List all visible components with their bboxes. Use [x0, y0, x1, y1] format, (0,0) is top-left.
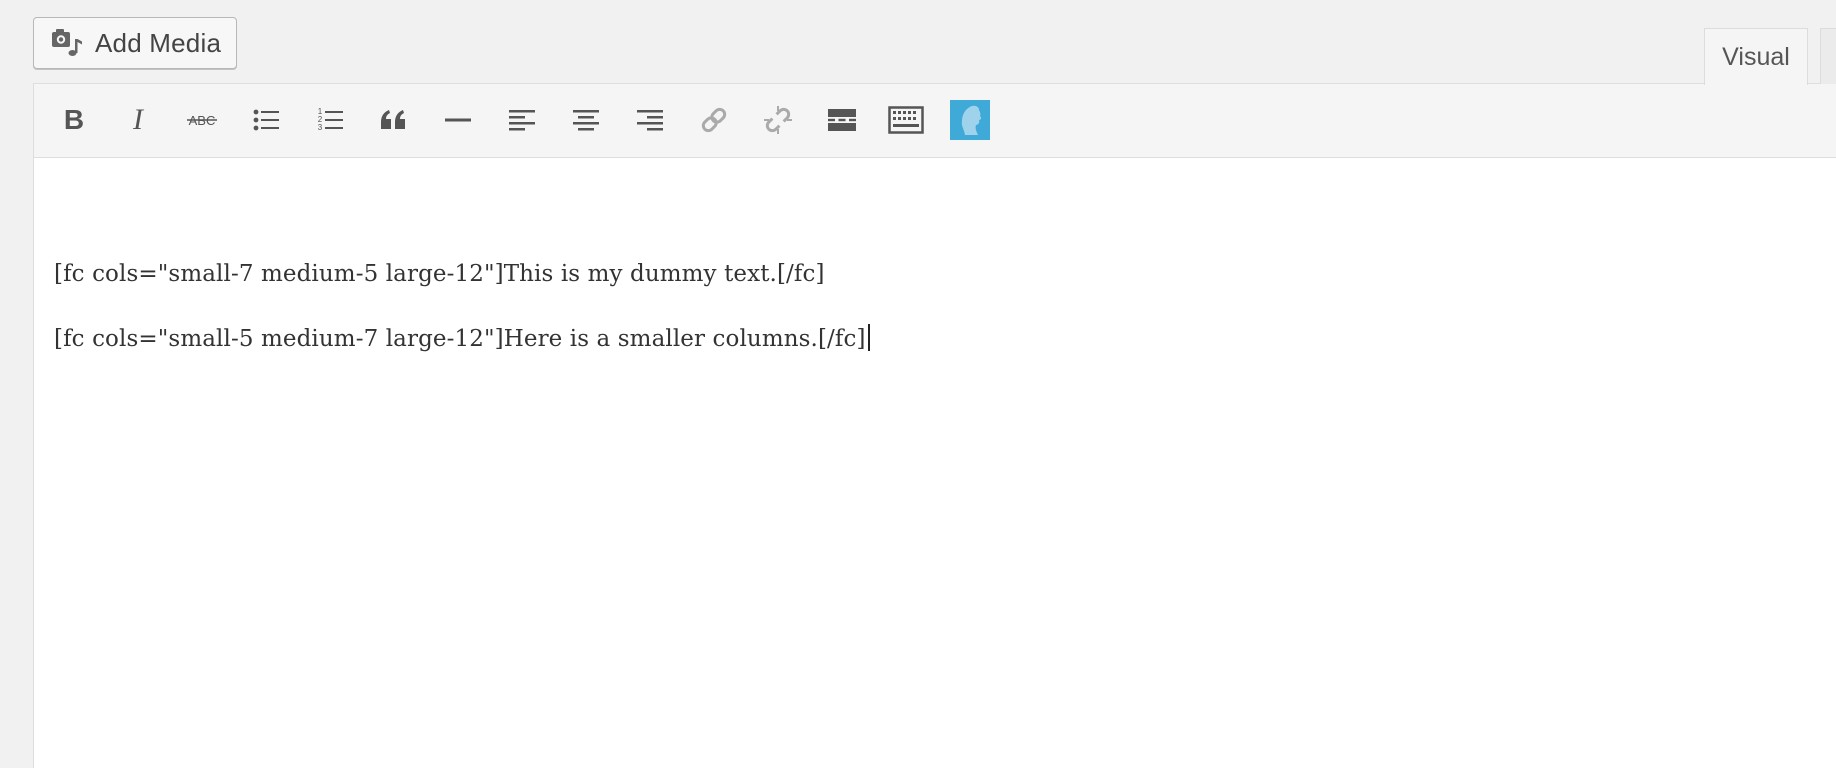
horizontal-line-icon [445, 118, 471, 122]
editor-paragraph[interactable]: [fc cols="small-7 medium-5 large-12"]Thi… [54, 261, 825, 287]
svg-text:I: I [132, 105, 145, 135]
italic-button[interactable]: I [118, 100, 158, 140]
plugin-shortcode-icon [950, 100, 990, 140]
bold-button[interactable]: B [54, 100, 94, 140]
numbered-list-button[interactable]: 1 2 3 [310, 100, 350, 140]
tab-visual[interactable]: Visual [1704, 28, 1808, 85]
remove-link-button[interactable] [758, 100, 798, 140]
toolbar-toggle-button[interactable] [886, 100, 926, 140]
bold-icon: B [64, 105, 84, 135]
read-more-button[interactable] [822, 100, 862, 140]
strikethrough-button[interactable]: ABC [182, 100, 222, 140]
italic-icon: I [132, 105, 145, 135]
horizontal-line-button[interactable] [438, 100, 478, 140]
plugin-shortcode-button[interactable] [950, 100, 990, 140]
toolbar-toggle-icon [888, 106, 924, 134]
bulleted-list-button[interactable] [246, 100, 286, 140]
tab-text-edge[interactable] [1820, 28, 1836, 84]
editor-container: B I ABC 1 2 3 [fc cols="small-7 medium-5… [33, 83, 1836, 768]
svg-text:3: 3 [318, 123, 323, 132]
svg-text:B: B [64, 105, 84, 135]
editor-content-area[interactable]: [fc cols="small-7 medium-5 large-12"]Thi… [34, 158, 1836, 768]
blockquote-button[interactable] [374, 100, 414, 140]
numbered-list-icon: 1 2 3 [318, 107, 343, 132]
remove-link-icon [764, 106, 792, 134]
insert-link-icon [701, 107, 727, 133]
paragraph-text: [fc cols="small-5 medium-7 large-12"]Her… [54, 326, 866, 352]
align-right-button[interactable] [630, 100, 670, 140]
strikethrough-icon: ABC [187, 113, 217, 128]
align-right-icon [637, 110, 663, 131]
align-left-icon [509, 110, 535, 131]
post-editor: Add Media Visual B I ABC 1 2 3 [fc cols=… [0, 0, 1836, 768]
align-center-button[interactable] [566, 100, 606, 140]
align-center-icon [573, 110, 599, 131]
align-left-button[interactable] [502, 100, 542, 140]
add-media-button[interactable]: Add Media [33, 17, 237, 69]
bulleted-list-icon [253, 109, 279, 131]
media-camera-music-icon [49, 25, 85, 61]
insert-link-button[interactable] [694, 100, 734, 140]
editor-paragraph[interactable]: [fc cols="small-5 medium-7 large-12"]Her… [54, 324, 870, 352]
text-cursor [867, 324, 870, 351]
add-media-label: Add Media [95, 27, 222, 58]
format-toolbar: B I ABC 1 2 3 [34, 84, 1836, 158]
read-more-icon [828, 109, 856, 131]
paragraph-text: [fc cols="small-7 medium-5 large-12"]Thi… [54, 261, 825, 287]
blockquote-icon [381, 110, 405, 129]
